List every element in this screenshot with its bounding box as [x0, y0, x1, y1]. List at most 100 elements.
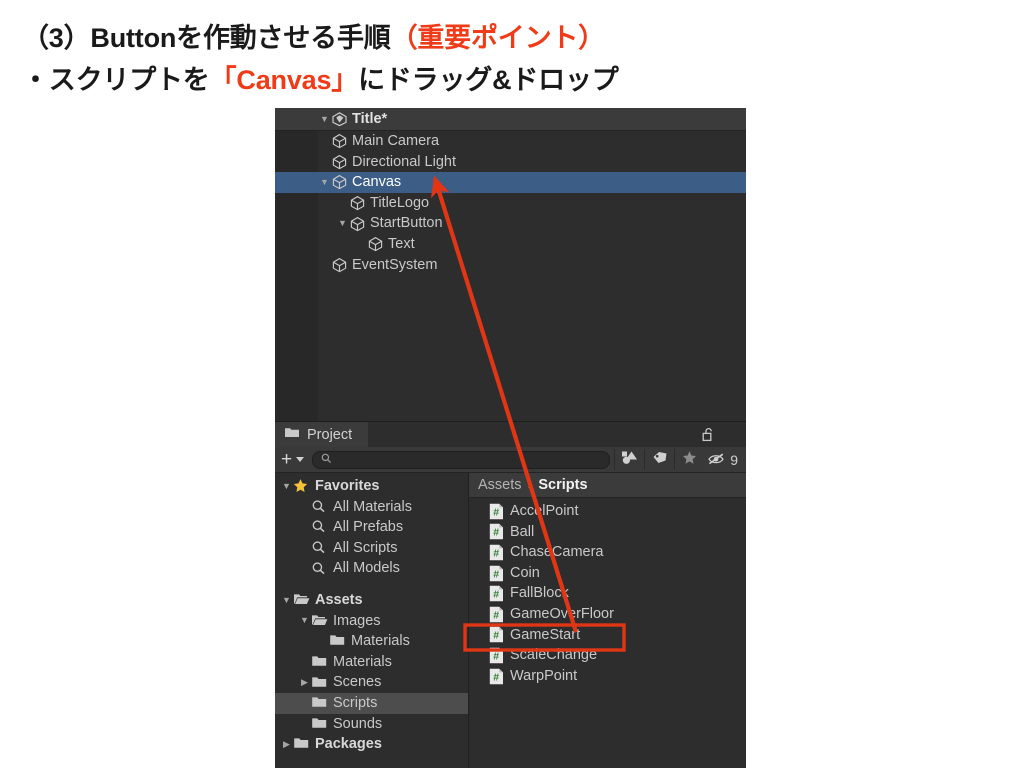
hierarchy-item-titlelogo[interactable]: TitleLogo	[275, 193, 746, 214]
hierarchy-item-text[interactable]: Text	[275, 234, 746, 255]
tree-item-label: Packages	[315, 736, 382, 753]
asset-item-label: ScaleChange	[510, 647, 598, 664]
asset-item-ball[interactable]: # Ball	[469, 522, 746, 543]
tree-item-scenes[interactable]: Scenes	[275, 672, 468, 693]
chevron-right-icon[interactable]	[298, 678, 311, 687]
folder-icon	[311, 675, 328, 691]
hierarchy-item-eventsystem[interactable]: EventSystem	[275, 255, 746, 276]
hierarchy-item-main-camera[interactable]: Main Camera	[275, 131, 746, 152]
magnifier-icon	[321, 453, 332, 467]
hierarchy-item-label: Canvas	[352, 174, 402, 191]
csharp-script-icon: #	[489, 585, 504, 602]
tree-item-all-materials[interactable]: All Materials	[275, 497, 468, 518]
hierarchy-item-label: TitleLogo	[370, 194, 430, 211]
asset-item-warppoint[interactable]: # WarpPoint	[469, 666, 746, 687]
breadcrumb-root[interactable]: Assets	[478, 477, 522, 493]
chevron-down-icon[interactable]	[296, 457, 305, 462]
asset-item-gamestart[interactable]: # GameStart	[469, 625, 746, 646]
kebab-menu-icon[interactable]	[725, 111, 737, 127]
tree-item-sounds[interactable]: Sounds	[275, 714, 468, 735]
chevron-down-icon[interactable]	[318, 115, 331, 124]
tab-project[interactable]: Project	[275, 422, 369, 447]
star-icon	[682, 450, 697, 469]
plus-icon: +	[281, 449, 293, 470]
breadcrumb-current[interactable]: Scripts	[538, 477, 587, 493]
hierarchy-item-label: EventSystem	[352, 256, 438, 273]
asset-item-gameoverfloor[interactable]: # GameOverFloor	[469, 604, 746, 625]
asset-item-chasecamera[interactable]: # ChaseCamera	[469, 542, 746, 563]
asset-item-label: FallBlock	[510, 585, 569, 602]
tree-item-packages[interactable]: Packages	[275, 734, 468, 755]
tree-item-label: Scenes	[333, 674, 382, 691]
asset-item-label: Coin	[510, 564, 540, 581]
folder-icon	[311, 716, 328, 732]
project-panel: Project + 9 ▼ Favorites All Materials Al…	[275, 421, 746, 768]
csharp-script-icon: #	[489, 626, 504, 643]
hierarchy-item-startbutton[interactable]: StartButton	[275, 213, 746, 234]
page-subtitle-accent: 「Canvas」	[209, 65, 359, 95]
csharp-script-icon: #	[489, 544, 504, 561]
asset-item-accelpoint[interactable]: # AccelPoint	[469, 501, 746, 522]
tree-item-materials[interactable]: Materials	[275, 652, 468, 673]
hierarchy-item-label: Text	[388, 235, 415, 252]
magnifier-icon	[311, 561, 328, 577]
tree-item-label: All Scripts	[333, 539, 398, 556]
add-asset-button[interactable]: +	[281, 449, 305, 470]
kebab-menu-icon[interactable]	[724, 427, 736, 443]
hierarchy-scene-row[interactable]: Title*	[275, 108, 746, 131]
svg-text:#: #	[493, 568, 499, 580]
tree-item-label: Assets	[315, 591, 363, 608]
project-folder-tree: Favorites All Materials All Prefabs All Scr…	[275, 473, 468, 768]
tree-item-all-models[interactable]: All Models	[275, 558, 468, 579]
chevron-down-icon[interactable]	[298, 616, 311, 625]
tree-item-label: Materials	[351, 633, 410, 650]
tree-item-label: Sounds	[333, 715, 383, 732]
tree-item-all-scripts[interactable]: All Scripts	[275, 538, 468, 559]
chevron-down-icon[interactable]	[336, 219, 349, 228]
asset-item-coin[interactable]: # Coin	[469, 563, 746, 584]
chevron-down-icon[interactable]	[318, 178, 331, 187]
filter-favorites-button[interactable]	[674, 449, 704, 470]
chevron-down-icon[interactable]	[280, 596, 293, 605]
tree-item-images[interactable]: Images	[275, 611, 468, 632]
page-subtitle-prefix: ・スクリプトを	[22, 65, 210, 95]
magnifier-icon	[311, 499, 328, 515]
svg-text:#: #	[493, 527, 499, 539]
filter-by-label-button[interactable]	[644, 449, 674, 470]
page-subtitle-suffix: にドラッグ&ドロップ	[358, 65, 619, 95]
tree-item-assets[interactable]: Assets	[275, 590, 468, 611]
padlock-open-icon[interactable]	[702, 427, 715, 446]
asset-item-label: GameOverFloor	[510, 605, 614, 622]
chevron-down-icon[interactable]	[280, 482, 293, 491]
hierarchy-item-canvas[interactable]: Canvas	[275, 172, 746, 193]
hidden-packages-toggle[interactable]: 9	[704, 451, 746, 469]
asset-item-scalechange[interactable]: # ScaleChange	[469, 645, 746, 666]
svg-text:#: #	[493, 506, 499, 518]
hierarchy-item-directional-light[interactable]: Directional Light	[275, 152, 746, 173]
folder-open-icon	[311, 613, 328, 629]
page-title-text: （3）Buttonを作動させる手順	[22, 23, 391, 53]
chevron-right-icon[interactable]	[280, 740, 293, 749]
tree-item-label: All Materials	[333, 498, 412, 515]
tree-item-scripts[interactable]: Scripts	[275, 692, 468, 714]
tree-item-all-prefabs[interactable]: All Prefabs	[275, 517, 468, 538]
breadcrumb: Assets › Scripts	[469, 473, 746, 498]
csharp-script-icon: #	[489, 523, 504, 540]
csharp-script-icon: #	[489, 606, 504, 623]
tree-item-materials[interactable]: Materials	[275, 631, 468, 652]
tab-project-label: Project	[307, 426, 353, 443]
search-input[interactable]	[312, 450, 611, 469]
page-title: （3）Buttonを作動させる手順（重要ポイント）	[22, 16, 605, 55]
tree-item-favorites[interactable]: Favorites	[275, 476, 468, 497]
page-subtitle: ・スクリプトを「Canvas」にドラッグ&ドロップ	[22, 58, 619, 97]
asset-item-fallblock[interactable]: # FallBlock	[469, 583, 746, 604]
unity-scene-icon	[331, 111, 348, 127]
game-object-icon	[349, 216, 366, 232]
svg-text:#: #	[493, 671, 499, 683]
scene-name-label: Title*	[352, 111, 388, 127]
asset-item-label: Ball	[510, 523, 535, 540]
filter-by-type-button[interactable]	[614, 449, 644, 470]
asset-item-label: AccelPoint	[510, 503, 579, 519]
magnifier-icon	[311, 540, 328, 556]
svg-text:#: #	[493, 650, 499, 662]
